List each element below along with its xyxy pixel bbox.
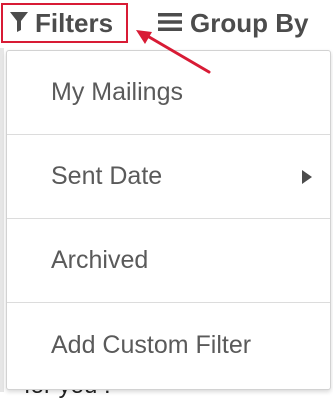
bars-icon [158,8,182,39]
funnel-icon [10,8,28,39]
menu-item-label: Sent Date [51,162,163,190]
filters-label: Filters [35,7,114,38]
menu-item-label: Archived [51,246,149,274]
caret-right-icon [302,169,312,184]
search-panel-toolbar: Filters Group By [0,0,333,50]
filters-dropdown-menu: My Mailings Sent Date Archived Add Custo… [6,50,331,390]
filters-button[interactable]: Filters [1,3,128,43]
menu-item-add-custom-filter[interactable]: Add Custom Filter [7,303,330,387]
group-by-label: Group By [190,7,309,38]
menu-item-archived[interactable]: Archived [7,219,330,303]
menu-item-my-mailings[interactable]: My Mailings [7,51,330,135]
menu-item-sent-date[interactable]: Sent Date [7,135,330,219]
group-by-button[interactable]: Group By [158,3,308,43]
menu-item-label: My Mailings [51,78,183,106]
menu-item-label: Add Custom Filter [51,330,252,359]
background-divider [0,48,4,392]
